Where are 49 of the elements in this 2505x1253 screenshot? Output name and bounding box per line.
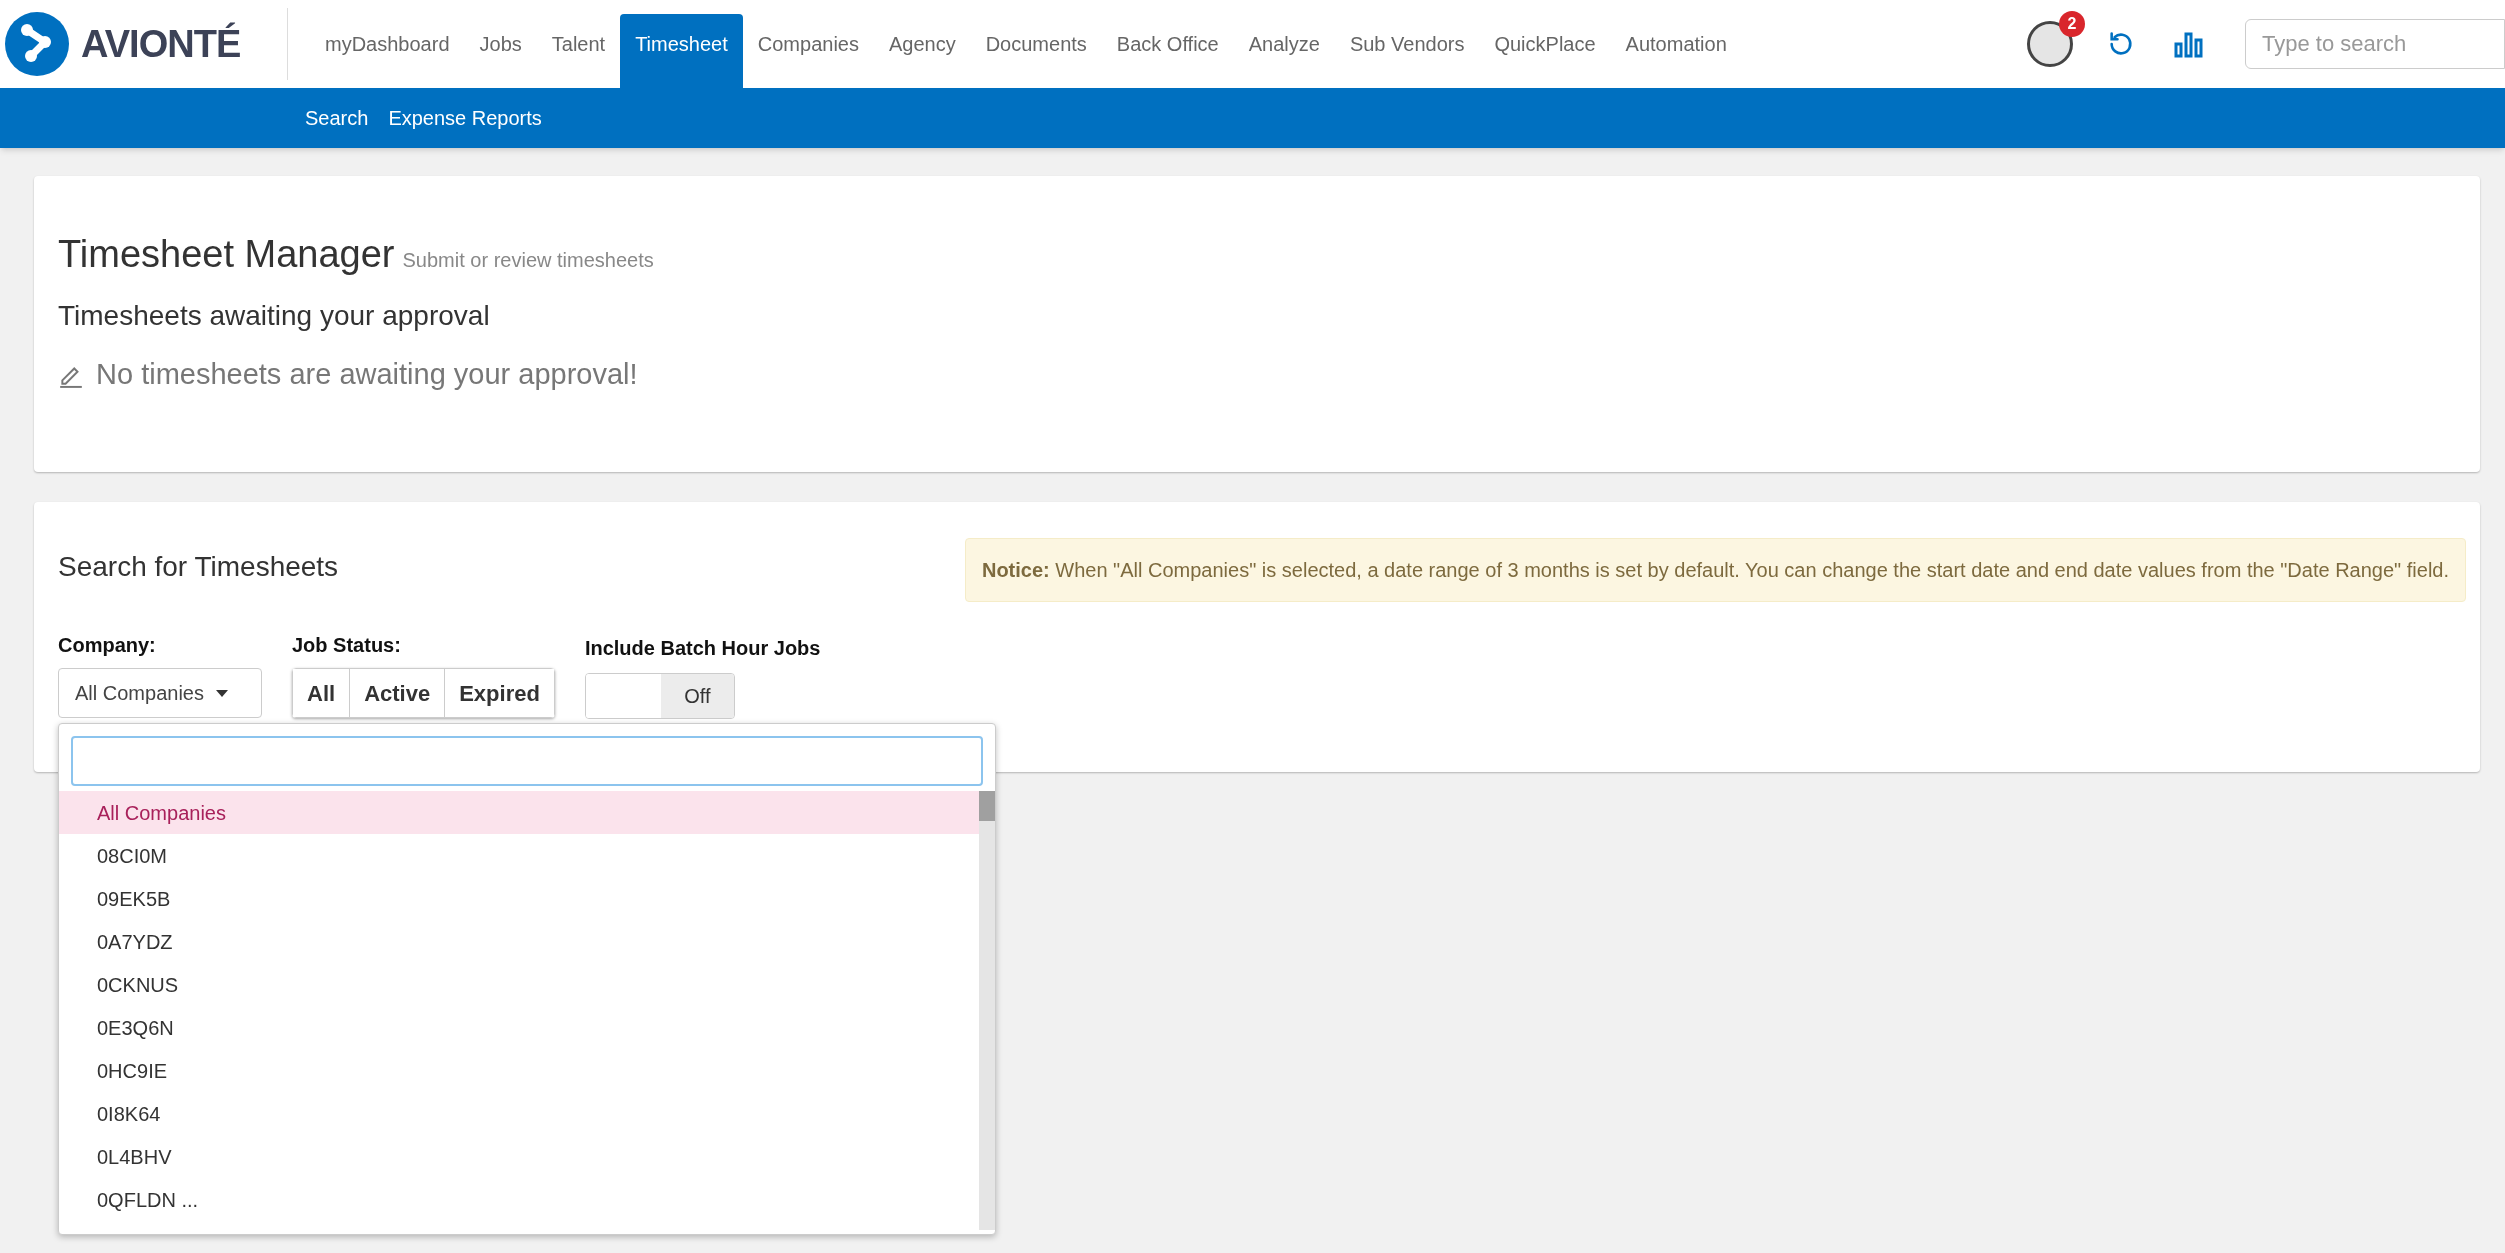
nav-tab[interactable]: Sub Vendors (1334, 14, 1480, 88)
batch-toggle[interactable]: Off (584, 673, 735, 719)
search-field[interactable]: Type to search (2245, 19, 2505, 69)
field-label: Include Batch Hour Jobs (584, 636, 821, 661)
dropdown-search-field[interactable] (71, 736, 983, 786)
scrollbar[interactable] (979, 791, 995, 1230)
nav-tab[interactable]: Documents (970, 14, 1102, 88)
dropdown-option[interactable]: 09EK5B (59, 877, 979, 920)
dropdown-option[interactable]: 0QFLDN ... (59, 1178, 979, 1221)
nav-tab[interactable]: Talent (536, 14, 621, 88)
company-select[interactable]: All Companies (58, 668, 262, 718)
page-title: Timesheet Manager (58, 232, 395, 277)
nav-tab[interactable]: Analyze (1233, 14, 1335, 88)
logo-icon (5, 12, 69, 76)
brand-name: AVIONTÉ (81, 21, 241, 67)
dropdown-option[interactable]: 0HC9IE (59, 1049, 979, 1092)
dropdown-option[interactable]: 0I8K64 (59, 1092, 979, 1135)
notice-message: Notice: When "All Companies" is selected, a date range of 3 months is set by default. You can change the start date and end date values from the "Date Range" field. (964, 538, 2466, 602)
dropdown-option[interactable]: 0A7YDZ (59, 920, 979, 963)
dropdown-option[interactable]: 0L4BHV (59, 1135, 979, 1178)
section-heading: Timesheets awaiting your approval (58, 299, 491, 333)
refresh-icon[interactable] (2107, 30, 2135, 58)
page-subtitle: Submit or review timesheets (402, 248, 654, 273)
field-label: Company: (58, 633, 157, 658)
empty-message: No timesheets are awaiting your approval! (96, 357, 638, 392)
nav-tab[interactable]: Companies (742, 14, 874, 88)
nav-tab[interactable]: QuickPlace (1479, 14, 1611, 88)
dropdown-option[interactable]: 08CI0M (59, 834, 979, 877)
nav-tab[interactable]: Jobs (464, 14, 537, 88)
subnav-link[interactable]: Search (305, 103, 369, 133)
status-option[interactable]: All (293, 669, 350, 717)
notification-badge: 2 (2059, 11, 2085, 37)
subnav-link[interactable]: Expense Reports (388, 103, 542, 133)
field-label: Job Status: (292, 633, 402, 658)
nav-tab[interactable]: Back Office (1101, 14, 1234, 88)
status-option[interactable]: Active (349, 669, 445, 717)
status-option[interactable]: Expired (444, 669, 554, 717)
toggle-label: Off (660, 674, 734, 718)
caret-icon (215, 689, 228, 697)
nav-tab[interactable]: Timesheet (620, 14, 743, 88)
dropdown-option[interactable]: 0CKNUS (59, 963, 979, 1006)
nav-tab[interactable]: Agency (873, 14, 971, 88)
scrollbar-thumb[interactable] (979, 791, 995, 821)
dropdown-option[interactable]: 0E3Q6N (59, 1006, 979, 1049)
bar-chart-icon[interactable] (2173, 30, 2203, 58)
dropdown-option[interactable]: All Companies (59, 791, 979, 834)
nav-tab[interactable]: myDashboard (310, 14, 465, 88)
section-heading: Search for Timesheets (58, 550, 339, 584)
nav-tab[interactable]: Automation (1610, 14, 1742, 88)
